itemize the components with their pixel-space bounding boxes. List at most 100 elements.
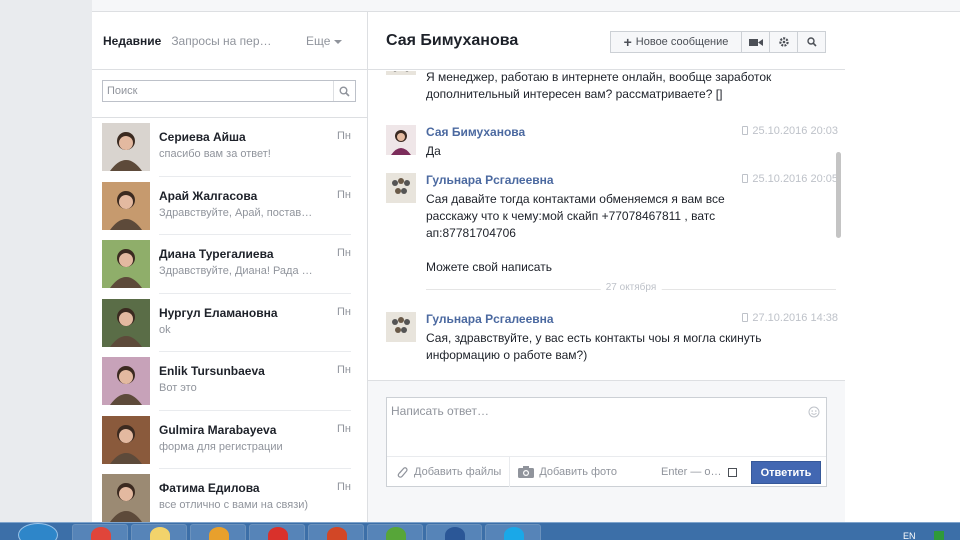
smiley-icon	[808, 406, 820, 418]
conversation-snippet: все отлично с вами на связи)	[159, 499, 309, 511]
tray-icon[interactable]	[934, 531, 944, 540]
chrome-icon	[91, 527, 111, 540]
plus-icon: +	[623, 34, 632, 50]
conversation-item[interactable]: Сериева Айша спасибо вам за ответ! Пн	[92, 118, 367, 177]
sender-avatar[interactable]	[386, 125, 416, 155]
search-area	[92, 70, 367, 118]
add-photo-label: Добавить фото	[539, 466, 617, 478]
language-indicator[interactable]: EN	[903, 531, 916, 540]
settings-button[interactable]	[770, 31, 798, 53]
conversation-name: Нургул Еламановна	[159, 305, 278, 320]
search-input[interactable]	[103, 81, 331, 101]
conversation-snippet: Здравствуйте, Арай, постав…	[159, 206, 313, 219]
taskbar-app[interactable]	[249, 524, 305, 540]
enter-to-send-option[interactable]: Enter — о…	[661, 466, 737, 478]
message-timestamp: 25.10.2016 20:03	[742, 125, 838, 137]
conversation-item[interactable]: Диана Турегалиева Здравствуйте, Диана! Ра…	[92, 235, 367, 294]
conversation-snippet: спасибо вам за ответ!	[159, 148, 271, 160]
conversation-snippet: форма для регистрации	[159, 440, 283, 453]
message-timestamp: 25.10.2016 20:05	[742, 173, 838, 185]
conversation-name: Фатима Едилова	[159, 481, 260, 495]
conversation-time: Пн	[337, 130, 351, 142]
add-files-button[interactable]: Добавить файлы	[387, 457, 509, 487]
message-time: 27.10.2016 14:38	[752, 312, 838, 324]
avatar[interactable]	[102, 415, 150, 464]
tab-more-label: Еще	[306, 34, 331, 48]
camera-icon	[518, 466, 535, 478]
emoji-button[interactable]	[808, 406, 820, 421]
conversation-item[interactable]: Gulmira Marabayeva форма для регистрации П…	[92, 411, 367, 469]
taskbar-app[interactable]	[190, 524, 246, 540]
video-call-button[interactable]	[742, 31, 770, 53]
message-text: Сая, здравствуйте, у вас есть контакты ч…	[426, 331, 762, 362]
message-text: Да	[426, 144, 441, 158]
conversation-snippet: Вот это	[159, 382, 197, 394]
avatar[interactable]	[102, 240, 150, 288]
search-conversation-button[interactable]	[798, 31, 826, 53]
sender-avatar	[386, 71, 416, 93]
sender-avatar[interactable]	[386, 173, 416, 203]
message-text: Я менеджер, работаю в интернете онлайн, …	[426, 71, 772, 101]
mobile-icon	[742, 126, 749, 135]
tab-message-requests[interactable]: Запросы на пер…	[171, 34, 271, 48]
avatar[interactable]	[102, 298, 150, 347]
taskbar-app[interactable]	[308, 524, 364, 540]
taskbar-app[interactable]	[131, 524, 187, 540]
message-text: Сая давайте тогда контактами обменяемся …	[426, 192, 725, 274]
thread-scrollbar[interactable]	[836, 152, 841, 238]
chat-panel: Сая Бимуханова + Новое сообщение Я менед…	[368, 12, 845, 522]
taskbar-app[interactable]	[485, 524, 541, 540]
desktop-icon	[742, 313, 749, 322]
tab-recent[interactable]: Недавние	[103, 34, 161, 48]
utorrent-icon	[386, 527, 406, 540]
new-message-label: Новое сообщение	[635, 36, 729, 48]
taskbar-app[interactable]	[72, 524, 128, 540]
message-timestamp: 27.10.2016 14:38	[742, 312, 838, 324]
conversation-item[interactable]: Фатима Едилова все отлично с вами на связ…	[92, 469, 367, 528]
search-icon	[339, 86, 350, 97]
conversation-item[interactable]: Enlik Tursunbaeva Вот это Пн	[92, 352, 367, 411]
reply-input[interactable]	[387, 398, 797, 454]
message-thread[interactable]: Я менеджер, работаю в интернете онлайн, …	[368, 71, 845, 380]
paperclip-icon	[397, 467, 408, 478]
chat-title[interactable]: Сая Бимуханова	[386, 32, 518, 50]
composer: Добавить файлы Добавить фото Enter — о… …	[368, 380, 845, 522]
day-separator: 27 октября	[426, 282, 836, 296]
composer-toolbar: Добавить файлы Добавить фото Enter — о… …	[387, 456, 826, 487]
start-button[interactable]	[18, 523, 58, 540]
taskbar-app[interactable]	[426, 524, 482, 540]
avatar[interactable]	[102, 123, 150, 171]
avatar[interactable]	[102, 474, 150, 522]
conversation-time: Пн	[337, 422, 351, 435]
sender-name[interactable]: Гульнара Рсгалеевна	[426, 173, 554, 187]
avatar[interactable]	[102, 357, 150, 405]
taskbar-app[interactable]	[367, 524, 423, 540]
avatar[interactable]	[102, 181, 150, 230]
conversation-name: Сериева Айша	[159, 130, 246, 144]
search-icon	[806, 37, 817, 47]
search-button[interactable]	[333, 81, 355, 101]
header-actions: + Новое сообщение	[610, 31, 826, 53]
sender-avatar[interactable]	[386, 312, 416, 342]
add-photo-button[interactable]: Добавить фото	[509, 457, 625, 487]
conversation-time: Пн	[337, 481, 351, 493]
conversation-item[interactable]: Нургул Еламановна ok Пн	[92, 294, 367, 352]
enter-to-send-checkbox[interactable]	[727, 467, 737, 477]
word-icon	[445, 527, 465, 540]
reply-button[interactable]: Ответить	[751, 461, 821, 484]
sender-name[interactable]: Сая Бимуханова	[426, 125, 525, 139]
enter-to-send-label: Enter — о…	[661, 466, 722, 478]
conversation-item[interactable]: Арай Жалгасова Здравствуйте, Арай, постав…	[92, 177, 367, 235]
conversation-list: Сериева Айша спасибо вам за ответ! Пн Арай …	[92, 118, 367, 528]
explorer-icon	[150, 527, 170, 540]
conversation-snippet: ok	[159, 323, 171, 336]
yandex-icon	[268, 527, 288, 540]
new-message-button[interactable]: + Новое сообщение	[610, 31, 742, 53]
windows-taskbar: EN	[0, 522, 960, 540]
chevron-down-icon	[334, 39, 343, 44]
conversation-name: Enlik Tursunbaeva	[159, 364, 265, 378]
add-files-label: Добавить файлы	[414, 466, 502, 478]
sender-name[interactable]: Гульнара Рсгалеевна	[426, 312, 554, 326]
page-background-top	[92, 0, 960, 12]
tab-more-dropdown[interactable]: Еще	[306, 34, 343, 48]
